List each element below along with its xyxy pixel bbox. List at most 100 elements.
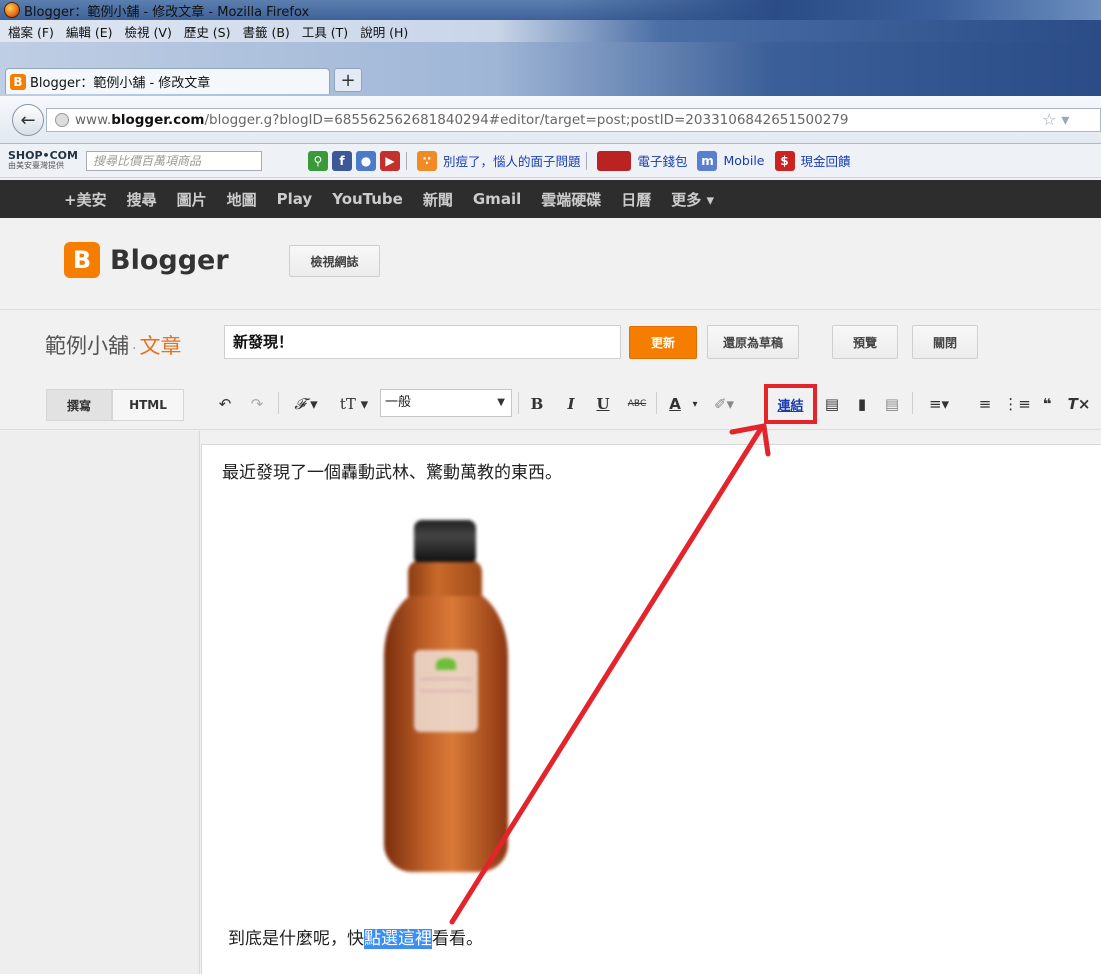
leaf-icon bbox=[436, 658, 456, 670]
align-icon[interactable]: ≡▾ bbox=[922, 392, 956, 416]
search-icon[interactable]: ⚲ bbox=[307, 150, 328, 171]
menu-file[interactable]: 檔案 (F) bbox=[8, 22, 54, 41]
new-tab-button[interactable]: + bbox=[334, 68, 362, 92]
url-path: /blogger.g?blogID=685562562681840294#edi… bbox=[204, 112, 849, 128]
tab-label: Blogger：範例小舖 - 修改文章 bbox=[30, 76, 211, 91]
section-label: 文章 bbox=[139, 334, 182, 358]
bookmark-toolbar: SHOP•COM 由美安臺灣提供 搜尋比價百萬項商品 ⚲ f ● ▶ ∵ 別痘了… bbox=[0, 144, 1101, 178]
url-bar[interactable]: www. blogger.com/blogger.g?blogID=6855625… bbox=[46, 108, 1101, 132]
menu-edit[interactable]: 編輯 (E) bbox=[66, 22, 113, 41]
cash-icon: $ bbox=[774, 150, 795, 171]
video-icon[interactable]: ▮ bbox=[850, 392, 874, 416]
breadcrumb: 範例小舖 · 文章 bbox=[45, 330, 181, 360]
firefox-icon bbox=[4, 2, 20, 18]
jump-break-icon[interactable]: ▤ bbox=[880, 392, 904, 416]
gbar-gmail[interactable]: Gmail bbox=[473, 190, 521, 208]
rss-icon[interactable]: ∵ bbox=[416, 150, 437, 171]
mobile-icon: m bbox=[697, 150, 718, 171]
editor-left-margin bbox=[0, 431, 200, 974]
text-before: 到底是什麼呢，快 bbox=[228, 929, 364, 949]
menu-view[interactable]: 檢視 (V) bbox=[125, 22, 172, 41]
shop-brand: SHOP•COM bbox=[8, 148, 78, 162]
redo-icon[interactable]: ↷ bbox=[246, 392, 268, 416]
clear-format-icon[interactable]: T× bbox=[1068, 392, 1091, 416]
toolbar-divider bbox=[278, 392, 279, 414]
gbar-calendar[interactable]: 日曆 bbox=[621, 189, 651, 210]
link-button[interactable]: 連結 bbox=[764, 384, 817, 424]
blog-name[interactable]: 範例小舖 bbox=[45, 334, 129, 358]
quote-icon[interactable]: ❝ bbox=[1036, 392, 1058, 416]
tab-compose[interactable]: 撰寫 bbox=[46, 389, 112, 421]
card-icon bbox=[597, 150, 632, 171]
gbar-play[interactable]: Play bbox=[277, 190, 313, 208]
bookmark-link-wallet[interactable]: 電子錢包 bbox=[637, 151, 687, 170]
format-select-value: 一般 bbox=[385, 395, 412, 410]
tab-html[interactable]: HTML bbox=[112, 389, 184, 421]
preview-button[interactable]: 預覽 bbox=[832, 325, 898, 359]
breadcrumb-separator: · bbox=[132, 341, 137, 357]
facebook-icon[interactable]: f bbox=[331, 150, 352, 171]
view-blog-button[interactable]: 檢視網誌 bbox=[289, 245, 380, 277]
toolbar-divider bbox=[405, 151, 407, 170]
menu-tools[interactable]: 工具 (T) bbox=[302, 22, 348, 41]
post-image-bottle[interactable] bbox=[378, 520, 514, 872]
close-button[interactable]: 關閉 bbox=[912, 325, 978, 359]
numbered-list-icon[interactable]: ≡ bbox=[974, 392, 996, 416]
blogger-name[interactable]: Blogger bbox=[110, 245, 229, 276]
gbar-images[interactable]: 圖片 bbox=[177, 189, 207, 210]
text-after: 看看。 bbox=[432, 929, 483, 949]
gbar-more[interactable]: 更多 ▾ bbox=[671, 189, 714, 210]
gbar-news[interactable]: 新聞 bbox=[423, 189, 453, 210]
shop-com-logo[interactable]: SHOP•COM 由美安臺灣提供 bbox=[8, 148, 78, 171]
menu-help[interactable]: 說明 (H) bbox=[360, 22, 408, 41]
menu-bar: 檔案 (F) 編輯 (E) 檢視 (V) 歷史 (S) 書籤 (B) 工具 (T… bbox=[0, 20, 1101, 42]
toolbar-divider bbox=[656, 392, 657, 414]
italic-button[interactable]: I bbox=[560, 392, 582, 416]
arrow-left-icon: ← bbox=[20, 109, 36, 131]
messenger-icon[interactable]: ● bbox=[355, 150, 376, 171]
shop-search-input[interactable]: 搜尋比價百萬項商品 bbox=[85, 150, 262, 171]
label-band bbox=[420, 678, 472, 692]
bottle-cap bbox=[414, 520, 476, 562]
bulleted-list-icon[interactable]: ⋮≡ bbox=[1003, 392, 1031, 416]
post-paragraph-link: 到底是什麼呢，快點選這裡看看。 bbox=[228, 924, 483, 949]
toolbar-divider bbox=[518, 392, 519, 414]
bottle-neck bbox=[408, 560, 482, 596]
undo-icon[interactable]: ↶ bbox=[214, 392, 236, 416]
gbar-plus[interactable]: +美安 bbox=[64, 189, 107, 210]
menu-history[interactable]: 歷史 (S) bbox=[184, 22, 231, 41]
toolbar-divider bbox=[912, 392, 913, 414]
bookmark-link-mobile[interactable]: Mobile bbox=[723, 153, 764, 168]
gbar-maps[interactable]: 地圖 bbox=[227, 189, 257, 210]
text-color-button[interactable]: A bbox=[664, 392, 686, 416]
bookmark-star-icon[interactable]: ☆ ▾ bbox=[1042, 110, 1069, 129]
tab-blogger[interactable]: B Blogger：範例小舖 - 修改文章 bbox=[5, 68, 330, 94]
post-paragraph: 最近發現了一個轟動武林、驚動萬教的東西。 bbox=[222, 463, 562, 483]
format-select[interactable]: 一般 ▼ bbox=[380, 389, 512, 417]
back-button[interactable]: ← bbox=[12, 104, 44, 136]
selected-text[interactable]: 點選這裡 bbox=[364, 929, 432, 949]
font-family-icon[interactable]: 𝓕 ▾ bbox=[286, 392, 326, 416]
font-size-icon[interactable]: tT ▾ bbox=[334, 392, 374, 416]
blogger-logo-icon[interactable]: B bbox=[64, 242, 100, 278]
google-bar: +美安 搜尋 圖片 地圖 Play YouTube 新聞 Gmail 雲端硬碟 … bbox=[0, 180, 1101, 218]
post-editor[interactable] bbox=[201, 444, 1101, 974]
globe-icon bbox=[55, 113, 69, 127]
menu-bookmarks[interactable]: 書籤 (B) bbox=[243, 22, 290, 41]
youtube-icon[interactable]: ▶ bbox=[379, 150, 400, 171]
post-title-input[interactable]: 新發現！ bbox=[224, 325, 621, 359]
bookmark-link-skin[interactable]: 別痘了，惱人的面子問題 bbox=[443, 151, 581, 170]
chevron-down-icon[interactable]: ▾ bbox=[688, 392, 702, 416]
strikethrough-button[interactable]: ABC bbox=[624, 392, 650, 416]
bookmark-link-cash[interactable]: 現金回饋 bbox=[801, 151, 851, 170]
update-button[interactable]: 更新 bbox=[629, 326, 697, 359]
gbar-youtube[interactable]: YouTube bbox=[332, 190, 403, 208]
bold-button[interactable]: B bbox=[526, 392, 548, 416]
revert-draft-button[interactable]: 還原為草稿 bbox=[707, 325, 799, 359]
gbar-search[interactable]: 搜尋 bbox=[127, 189, 157, 210]
highlight-color-icon[interactable]: ✐▾ bbox=[712, 392, 736, 416]
bottle-label bbox=[414, 650, 478, 732]
image-icon[interactable]: ▤ bbox=[820, 392, 844, 416]
gbar-drive[interactable]: 雲端硬碟 bbox=[541, 189, 601, 210]
underline-button[interactable]: U bbox=[592, 392, 614, 416]
